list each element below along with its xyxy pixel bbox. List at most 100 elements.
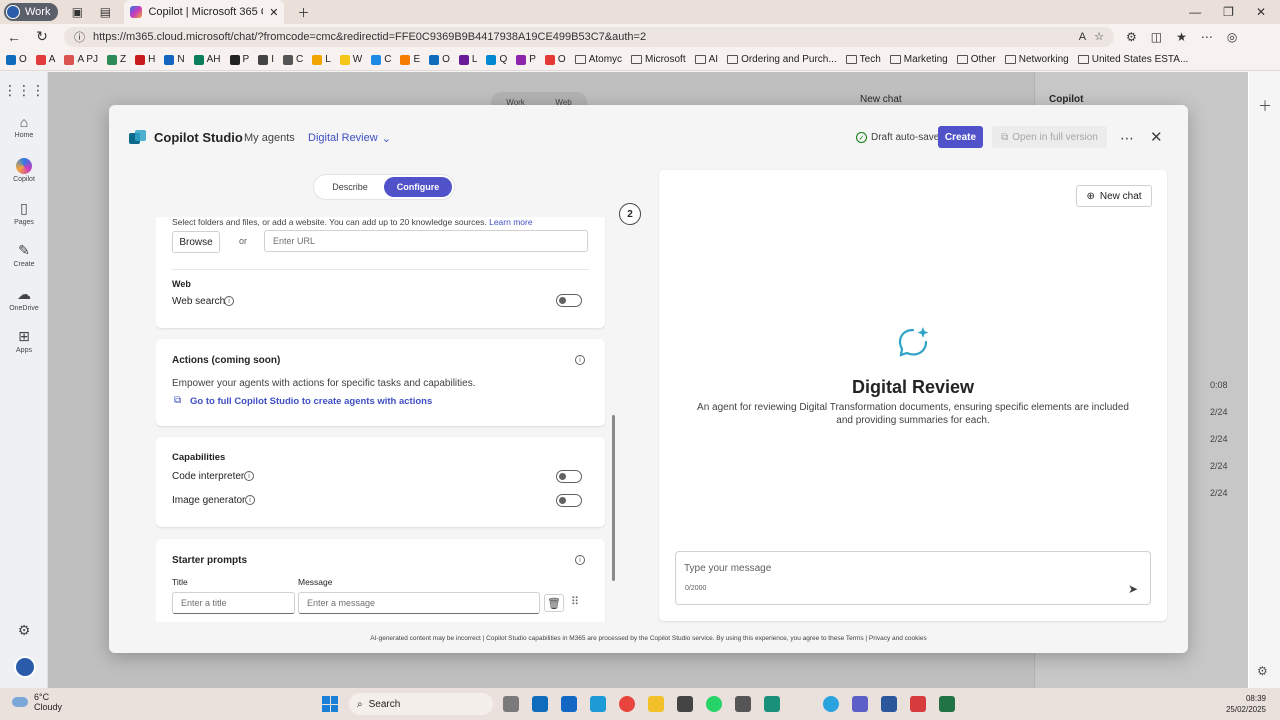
bookmark-item[interactable]: C: [282, 54, 303, 65]
code-interpreter-toggle[interactable]: [556, 470, 582, 483]
minimize-icon[interactable]: —: [1189, 5, 1201, 19]
breadcrumb-my-agents[interactable]: My agents: [244, 132, 295, 144]
edge-dev-icon[interactable]: [764, 696, 780, 712]
telegram-icon[interactable]: [823, 696, 839, 712]
bookmark-item[interactable]: N: [164, 54, 185, 65]
file-explorer-icon[interactable]: [648, 696, 664, 712]
starter-message-input[interactable]: [298, 592, 540, 614]
bookmark-folder[interactable]: Tech: [845, 54, 881, 65]
starter-title-input[interactable]: [172, 592, 295, 614]
rail-item-create[interactable]: ✎ Create: [0, 242, 48, 268]
more-options-icon[interactable]: ⋯: [1201, 30, 1213, 44]
pdf-icon[interactable]: [910, 696, 926, 712]
bookmark-item[interactable]: P: [516, 54, 536, 65]
image-generator-toggle[interactable]: [556, 494, 582, 507]
outlook-icon[interactable]: [532, 696, 548, 712]
copilot-sidebar-icon[interactable]: ◎: [1227, 30, 1237, 44]
bookmark-folder[interactable]: Networking: [1004, 54, 1069, 65]
url-input[interactable]: [264, 230, 588, 252]
word-icon[interactable]: [881, 696, 897, 712]
full-studio-link[interactable]: Go to full Copilot Studio to create agen…: [190, 396, 432, 407]
message-input[interactable]: [684, 560, 1084, 576]
bookmark-item[interactable]: Z: [107, 54, 126, 65]
outlook-new-icon[interactable]: [561, 696, 577, 712]
app-icon[interactable]: [677, 696, 693, 712]
bookmark-item[interactable]: A: [35, 54, 55, 65]
chrome-icon[interactable]: [619, 696, 635, 712]
window-close-icon[interactable]: ✕: [1256, 5, 1266, 19]
notification-count-badge[interactable]: 2: [619, 203, 641, 225]
rail-item-home[interactable]: ⌂ Home: [0, 114, 48, 139]
rail-item-pages[interactable]: ▯ Pages: [0, 200, 48, 226]
bookmark-item[interactable]: AH: [193, 54, 221, 65]
create-button[interactable]: Create: [938, 126, 983, 148]
bookmark-item[interactable]: O: [429, 54, 450, 65]
browser-tab-active[interactable]: Copilot | Microsoft 365 Copilot ✕: [124, 0, 285, 24]
user-avatar[interactable]: [14, 656, 36, 678]
scrollbar[interactable]: [612, 415, 615, 581]
open-full-version-button[interactable]: ⧉ Open in full version: [992, 126, 1107, 148]
tab-actions-icon[interactable]: ▤: [96, 3, 114, 21]
bookmark-folder[interactable]: United States ESTA...: [1077, 54, 1188, 65]
bookmark-item[interactable]: C: [371, 54, 391, 65]
drag-handle-icon[interactable]: ⠿: [571, 595, 579, 608]
info-icon[interactable]: i: [245, 495, 255, 505]
rail-item-copilot[interactable]: Copilot: [0, 158, 48, 183]
more-options-icon[interactable]: ⋯: [1120, 130, 1134, 147]
new-chat-button[interactable]: ⊕ New chat: [1076, 185, 1152, 207]
teams-icon[interactable]: [852, 696, 868, 712]
url-field[interactable]: ⓘ https://m365.cloud.microsoft/chat/?fro…: [64, 26, 1114, 47]
profile-button[interactable]: Work: [4, 3, 59, 21]
breadcrumb-agent-dropdown[interactable]: Digital Review ⌄: [308, 132, 391, 145]
info-icon[interactable]: i: [224, 296, 234, 306]
tab-describe[interactable]: Describe: [316, 177, 384, 197]
new-tab-icon[interactable]: ＋: [294, 3, 312, 21]
workspaces-icon[interactable]: ▣: [68, 3, 86, 21]
bookmark-folder[interactable]: Other: [956, 54, 996, 65]
info-icon[interactable]: ⓘ: [74, 29, 85, 45]
back-icon[interactable]: ←: [0, 29, 28, 45]
bookmark-item[interactable]: O: [544, 54, 566, 65]
info-icon[interactable]: i: [575, 555, 585, 565]
bookmark-item[interactable]: P: [229, 54, 249, 65]
maximize-icon[interactable]: ❐: [1223, 5, 1234, 19]
extensions-icon[interactable]: ⚙: [1126, 30, 1137, 44]
bookmark-item[interactable]: H: [135, 54, 155, 65]
app-launcher-icon[interactable]: ⋮⋮⋮: [0, 82, 48, 99]
excel-icon[interactable]: [939, 696, 955, 712]
settings-icon[interactable]: ⚙: [0, 622, 48, 639]
app-icon[interactable]: [735, 696, 751, 712]
browse-button[interactable]: Browse: [172, 231, 220, 253]
task-view-icon[interactable]: [503, 696, 519, 712]
close-dialog-icon[interactable]: ✕: [1150, 128, 1163, 146]
sidebar-settings-icon[interactable]: ⚙: [1257, 664, 1268, 678]
rail-item-onedrive[interactable]: ☁ OneDrive: [0, 286, 48, 312]
bookmark-item[interactable]: O: [6, 54, 27, 65]
refresh-icon[interactable]: ↻: [28, 28, 56, 45]
sidebar-add-icon[interactable]: ＋: [1258, 96, 1272, 116]
weather-widget[interactable]: 6°C Cloudy: [12, 692, 62, 712]
web-search-toggle[interactable]: [556, 294, 582, 307]
read-aloud-icon[interactable]: A: [1079, 31, 1086, 43]
bookmark-folder[interactable]: Marketing: [889, 54, 948, 65]
info-icon[interactable]: i: [244, 471, 254, 481]
bookmark-folder[interactable]: Ordering and Purch...: [727, 54, 837, 65]
bookmark-folder[interactable]: Atomyc: [574, 54, 622, 65]
bookmark-item[interactable]: A PJ: [64, 54, 98, 65]
bookmark-item[interactable]: I: [258, 54, 274, 65]
bookmark-item[interactable]: Q: [486, 54, 507, 65]
learn-more-link[interactable]: Learn more: [489, 217, 532, 227]
info-icon[interactable]: i: [575, 355, 585, 365]
bookmark-item[interactable]: L: [312, 54, 331, 65]
taskbar-search[interactable]: ⌕ Search: [349, 693, 493, 715]
send-icon[interactable]: ➤: [1128, 582, 1138, 596]
whatsapp-icon[interactable]: [706, 696, 722, 712]
delete-icon[interactable]: 🗑: [544, 594, 564, 612]
tab-configure[interactable]: Configure: [384, 177, 452, 197]
system-clock[interactable]: 08:39 25/02/2025: [1216, 693, 1266, 715]
split-screen-icon[interactable]: ◫: [1151, 30, 1162, 44]
windows-start-icon[interactable]: [322, 696, 338, 712]
close-tab-icon[interactable]: ✕: [269, 6, 278, 19]
favorites-icon[interactable]: ★: [1176, 30, 1187, 44]
favorite-star-icon[interactable]: ☆: [1094, 30, 1104, 43]
